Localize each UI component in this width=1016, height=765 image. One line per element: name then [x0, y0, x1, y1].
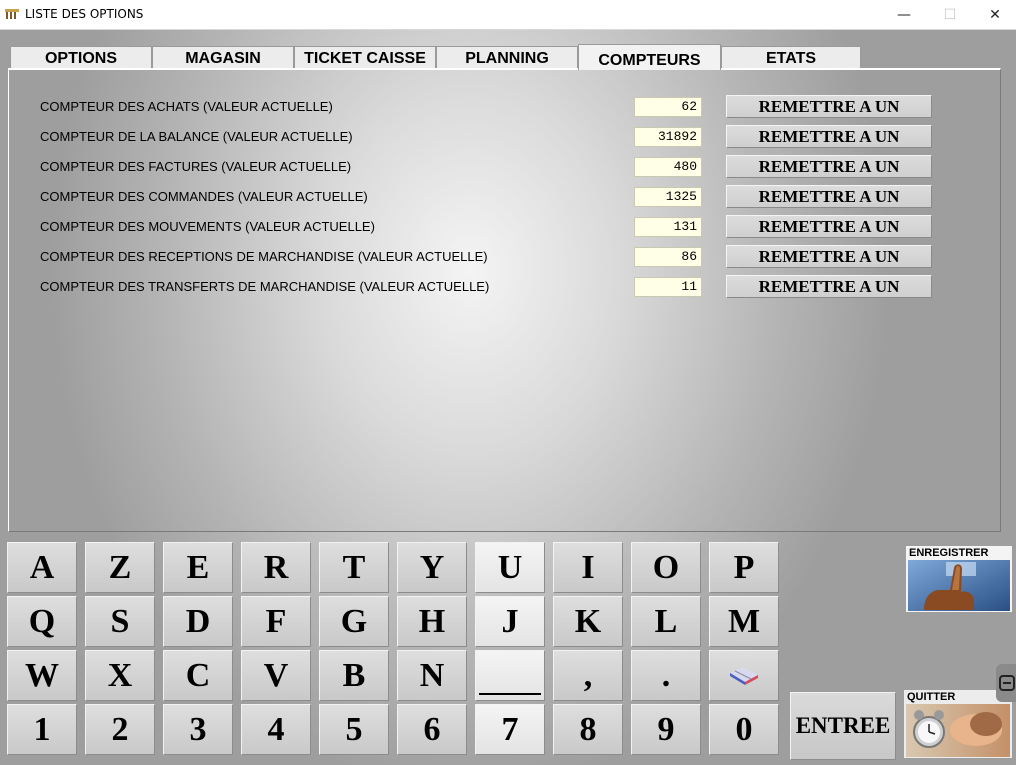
minimize-button[interactable]: — — [881, 0, 927, 30]
tab-label: TICKET CAISSE — [304, 50, 426, 67]
key-erase[interactable] — [709, 650, 779, 701]
counter-label: COMPTEUR DES FACTURES (VALEUR ACTUELLE) — [40, 159, 352, 174]
key-4[interactable]: 4 — [241, 704, 311, 755]
reset-button[interactable]: REMETTRE A UN — [726, 245, 932, 268]
eraser-icon — [730, 666, 758, 685]
close-button[interactable]: ✕ — [972, 0, 1016, 30]
counter-value[interactable]: 31892 — [634, 127, 702, 147]
counter-label: COMPTEUR DE LA BALANCE (VALEUR ACTUELLE) — [40, 129, 353, 144]
key-x[interactable]: X — [85, 650, 155, 701]
key-g[interactable]: G — [319, 596, 389, 647]
key-2[interactable]: 2 — [85, 704, 155, 755]
key-5[interactable]: 5 — [319, 704, 389, 755]
counter-label: COMPTEUR DES MOUVEMENTS (VALEUR ACTUELLE… — [40, 219, 375, 234]
key-period[interactable]: . — [631, 650, 701, 701]
key-7[interactable]: 7 — [475, 704, 545, 755]
tab-label: PLANNING — [465, 50, 549, 67]
tab-ticket-caisse[interactable]: TICKET CAISSE — [294, 46, 436, 68]
key-b[interactable]: B — [319, 650, 389, 701]
reset-button[interactable]: REMETTRE A UN — [726, 215, 932, 238]
tab-label: OPTIONS — [44, 50, 117, 67]
key-c[interactable]: C — [163, 650, 233, 701]
counter-value[interactable]: 11 — [634, 277, 702, 297]
key-s[interactable]: S — [85, 596, 155, 647]
underscore-space-icon — [479, 692, 541, 695]
key-1[interactable]: 1 — [7, 704, 77, 755]
key-comma[interactable]: , — [553, 650, 623, 701]
key-8[interactable]: 8 — [553, 704, 623, 755]
key-w[interactable]: W — [7, 650, 77, 701]
enregistrer-label: ENREGISTRER — [909, 547, 989, 559]
tab-compteurs[interactable]: COMPTEURS — [578, 44, 721, 70]
tab-magasin[interactable]: MAGASIN — [152, 46, 294, 68]
key-j[interactable]: J — [475, 596, 545, 647]
counter-label: COMPTEUR DES TRANSFERTS DE MARCHANDISE (… — [40, 279, 490, 294]
title-bar: LISTE DES OPTIONS — ☐ ✕ — [0, 0, 1016, 30]
counter-label: COMPTEUR DES COMMANDES (VALEUR ACTUELLE) — [40, 189, 368, 204]
key-z[interactable]: Z — [85, 542, 155, 593]
key-m[interactable]: M — [709, 596, 779, 647]
tab-label: MAGASIN — [185, 50, 261, 67]
reset-button[interactable]: REMETTRE A UN — [726, 275, 932, 298]
key-f[interactable]: F — [241, 596, 311, 647]
tab-etats[interactable]: ETATS — [721, 46, 861, 68]
handle-icon — [999, 675, 1015, 691]
counter-value[interactable]: 86 — [634, 247, 702, 267]
enregistrer-button[interactable]: ENREGISTRER — [906, 546, 1012, 612]
tab-options[interactable]: OPTIONS — [10, 46, 152, 68]
key-l[interactable]: L — [631, 596, 701, 647]
reset-button[interactable]: REMETTRE A UN — [726, 95, 932, 118]
key-9[interactable]: 9 — [631, 704, 701, 755]
window-title: LISTE DES OPTIONS — [25, 7, 144, 21]
reset-button[interactable]: REMETTRE A UN — [726, 185, 932, 208]
tab-label: ETATS — [765, 50, 817, 67]
key-3[interactable]: 3 — [163, 704, 233, 755]
key-t[interactable]: T — [319, 542, 389, 593]
reset-button[interactable]: REMETTRE A UN — [726, 125, 932, 148]
key-y[interactable]: Y — [397, 542, 467, 593]
key-p[interactable]: P — [709, 542, 779, 593]
key-n[interactable]: N — [397, 650, 467, 701]
key-i[interactable]: I — [553, 542, 623, 593]
counter-value[interactable]: 131 — [634, 217, 702, 237]
tab-planning[interactable]: PLANNING — [436, 46, 578, 68]
quitter-label: QUITTER — [907, 691, 956, 703]
key-h[interactable]: H — [397, 596, 467, 647]
key-space[interactable] — [475, 650, 545, 701]
side-panel-handle[interactable] — [996, 664, 1016, 702]
key-u[interactable]: U — [475, 542, 545, 593]
key-d[interactable]: D — [163, 596, 233, 647]
key-o[interactable]: O — [631, 542, 701, 593]
counter-value[interactable]: 62 — [634, 97, 702, 117]
reset-button[interactable]: REMETTRE A UN — [726, 155, 932, 178]
entree-button[interactable]: ENTREE — [790, 692, 896, 760]
counter-label: COMPTEUR DES RECEPTIONS DE MARCHANDISE (… — [40, 249, 488, 264]
key-v[interactable]: V — [241, 650, 311, 701]
key-q[interactable]: Q — [7, 596, 77, 647]
key-k[interactable]: K — [553, 596, 623, 647]
key-6[interactable]: 6 — [397, 704, 467, 755]
key-a[interactable]: A — [7, 542, 77, 593]
key-0[interactable]: 0 — [709, 704, 779, 755]
app-icon — [5, 9, 19, 19]
maximize-button: ☐ — [943, 7, 957, 23]
key-e[interactable]: E — [163, 542, 233, 593]
key-r[interactable]: R — [241, 542, 311, 593]
counter-value[interactable]: 1325 — [634, 187, 702, 207]
counter-label: COMPTEUR DES ACHATS (VALEUR ACTUELLE) — [40, 99, 333, 114]
counter-value[interactable]: 480 — [634, 157, 702, 177]
tab-label: COMPTEURS — [598, 52, 701, 69]
